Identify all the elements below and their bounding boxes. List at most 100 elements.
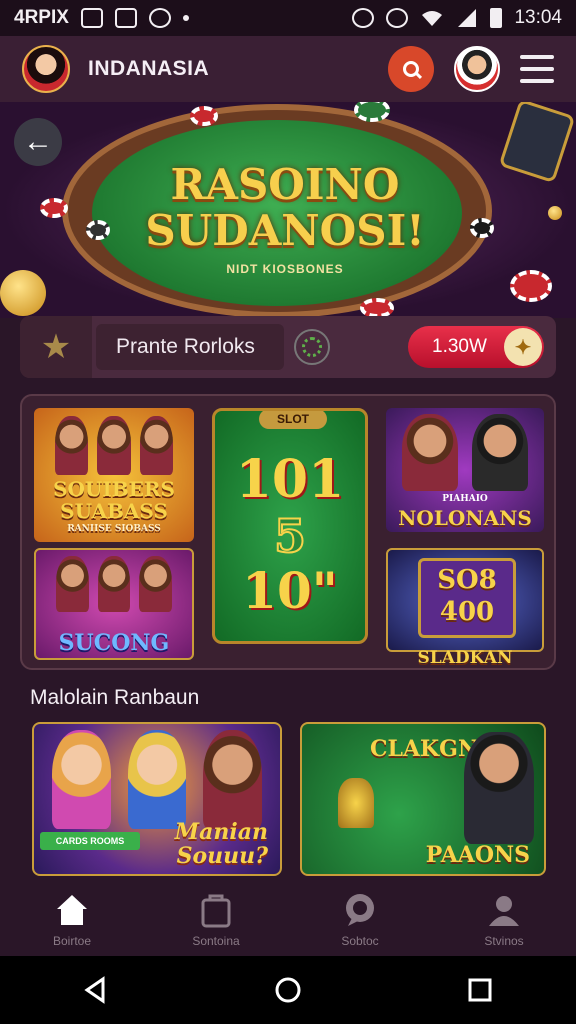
- hero-title-line2: SUDANOSI!: [145, 206, 425, 255]
- tile-title: SLADKAN: [417, 648, 513, 668]
- feature-title: Manian Souuu?: [175, 820, 268, 868]
- feature-badge: CARDS ROOMS: [40, 832, 140, 850]
- feature-title-line1: Manian: [174, 819, 268, 845]
- tile-title: SUCONG: [58, 630, 170, 656]
- hamburger-line: [520, 79, 554, 83]
- section-title: Malolain Ranbaun: [30, 686, 200, 709]
- star-icon: ★: [40, 328, 72, 366]
- tile-title-line1: SOUIBERS: [53, 477, 175, 501]
- home-circle-icon[interactable]: [273, 975, 303, 1005]
- carrier-label: 4RPIX: [14, 7, 69, 28]
- hero-title: RASOINO SUDANOSI!: [100, 162, 470, 254]
- character-figure: [140, 416, 174, 475]
- home-icon: [57, 895, 87, 925]
- character-figure: [52, 730, 111, 829]
- balance-button[interactable]: 1.30W ✦: [408, 326, 544, 368]
- system-navigation-bar: [0, 956, 576, 1024]
- arrow-left-icon: ←: [23, 125, 53, 158]
- nav-label: Stvinos: [484, 934, 524, 948]
- hero-banner[interactable]: RASOINO SUDANOSI! NIDT KIOSBONES ←: [0, 102, 576, 318]
- promo-label: Prante Rorloks: [116, 335, 255, 358]
- nav-label: Boirtoe: [52, 934, 92, 948]
- game-tile-sucong[interactable]: SUCONG: [34, 548, 194, 660]
- promo-label-box[interactable]: Prante Rorloks: [96, 324, 284, 370]
- chat-icon: [346, 894, 374, 926]
- card-decoration: [498, 102, 576, 184]
- feature-card-paaons[interactable]: CLAKGN PAAONS: [300, 722, 546, 876]
- coin-decoration: [0, 270, 46, 316]
- hero-title-line1: RASOINO: [170, 160, 400, 209]
- search-icon: [403, 61, 419, 77]
- coin-icon: ✦: [504, 328, 542, 366]
- app-logo[interactable]: [22, 45, 70, 93]
- menu-button[interactable]: [520, 55, 554, 83]
- hamburger-line: [520, 67, 554, 71]
- bag-icon: [201, 894, 231, 928]
- coin-decoration: [548, 206, 562, 220]
- app-header: INDANASIA: [0, 36, 576, 102]
- trophy-icon: [338, 778, 374, 828]
- hamburger-line: [520, 55, 554, 59]
- game-tile-nolonans[interactable]: PIAHAIO NOLONANS: [386, 408, 544, 532]
- character-figure: [139, 556, 172, 613]
- nav-item-profile[interactable]: Stvinos: [444, 892, 564, 948]
- promo-toggle[interactable]: [294, 329, 330, 365]
- nav-item-sontoina[interactable]: Sontoina: [156, 892, 276, 948]
- feature-title-line2: Souuu?: [176, 843, 268, 869]
- game-tile-slot[interactable]: SLOT 101 5 10": [212, 408, 368, 644]
- characters-illustration: [50, 416, 178, 475]
- profile-avatar[interactable]: [454, 46, 500, 92]
- chip-decoration: [190, 106, 218, 126]
- tile-subtitle: RANIISE SIOBASS: [67, 524, 161, 534]
- user-icon: [489, 896, 519, 926]
- recents-square-icon[interactable]: [465, 975, 495, 1005]
- game-tile-souibers[interactable]: SOUIBERS SUABASS RANIISE SIOBASS: [34, 408, 194, 542]
- status-bar: 4RPIX 13:04: [0, 0, 576, 36]
- characters-illustration: [395, 414, 534, 491]
- character-figure: [203, 730, 262, 829]
- wifi-icon: [422, 11, 443, 26]
- slot-tag: SLOT: [259, 411, 327, 429]
- characters-illustration: [44, 730, 270, 829]
- characters-illustration: [52, 556, 177, 613]
- character-figure: [402, 414, 459, 491]
- slot-reel-line2: 5: [273, 508, 307, 564]
- check-circle-icon: [302, 337, 322, 357]
- game-grid: SOUIBERS SUABASS RANIISE SIOBASS SUCONG …: [20, 394, 556, 670]
- character-figure: [54, 416, 88, 475]
- chip-decoration: [360, 298, 394, 318]
- tile-badge: PIAHAIO: [442, 494, 488, 504]
- promo-bar: ★ Prante Rorloks 1.30W ✦: [20, 316, 556, 378]
- game-tile-sladkan[interactable]: SO8 400: [386, 548, 544, 652]
- character-figure: [471, 414, 528, 491]
- signal-icon: [458, 9, 477, 27]
- more-notifications-icon: [182, 15, 189, 21]
- nav-item-home[interactable]: Boirtoe: [12, 892, 132, 948]
- app-name: INDANASIA: [88, 57, 210, 80]
- battery-icon: [490, 8, 503, 28]
- search-button[interactable]: [388, 46, 434, 92]
- host-figure: [464, 732, 534, 844]
- slot-reel-line3: 10": [242, 561, 338, 620]
- bottom-navigation: Boirtoe Sontoina Sobtoc Stvinos: [0, 884, 576, 956]
- alarm-icon: [386, 8, 409, 28]
- image-notification-icon: [114, 8, 137, 28]
- character-figure: [97, 416, 131, 475]
- character-figure: [56, 556, 89, 613]
- hero-subtitle: NIDT KIOSBONES: [226, 262, 344, 276]
- nav-label: Sontoina: [192, 934, 240, 948]
- back-button[interactable]: ←: [14, 118, 62, 166]
- feature-title-top: CLAKGN: [370, 736, 479, 762]
- character-figure: [127, 730, 187, 829]
- tile-title: NOLONANS: [398, 506, 532, 530]
- data-saver-icon: [352, 8, 375, 28]
- alert-notification-icon: [148, 8, 171, 28]
- gallery-notification-icon: [80, 8, 103, 28]
- back-triangle-icon[interactable]: [81, 975, 111, 1005]
- tile-title: SOUIBERS SUABASS: [34, 478, 194, 522]
- feature-card-manian[interactable]: CARDS ROOMS Manian Souuu?: [32, 722, 282, 876]
- star-button[interactable]: ★: [20, 316, 92, 378]
- nav-item-sobtoc[interactable]: Sobtoc: [300, 892, 420, 948]
- character-figure: [97, 556, 131, 613]
- nav-label: Sobtoc: [341, 934, 379, 948]
